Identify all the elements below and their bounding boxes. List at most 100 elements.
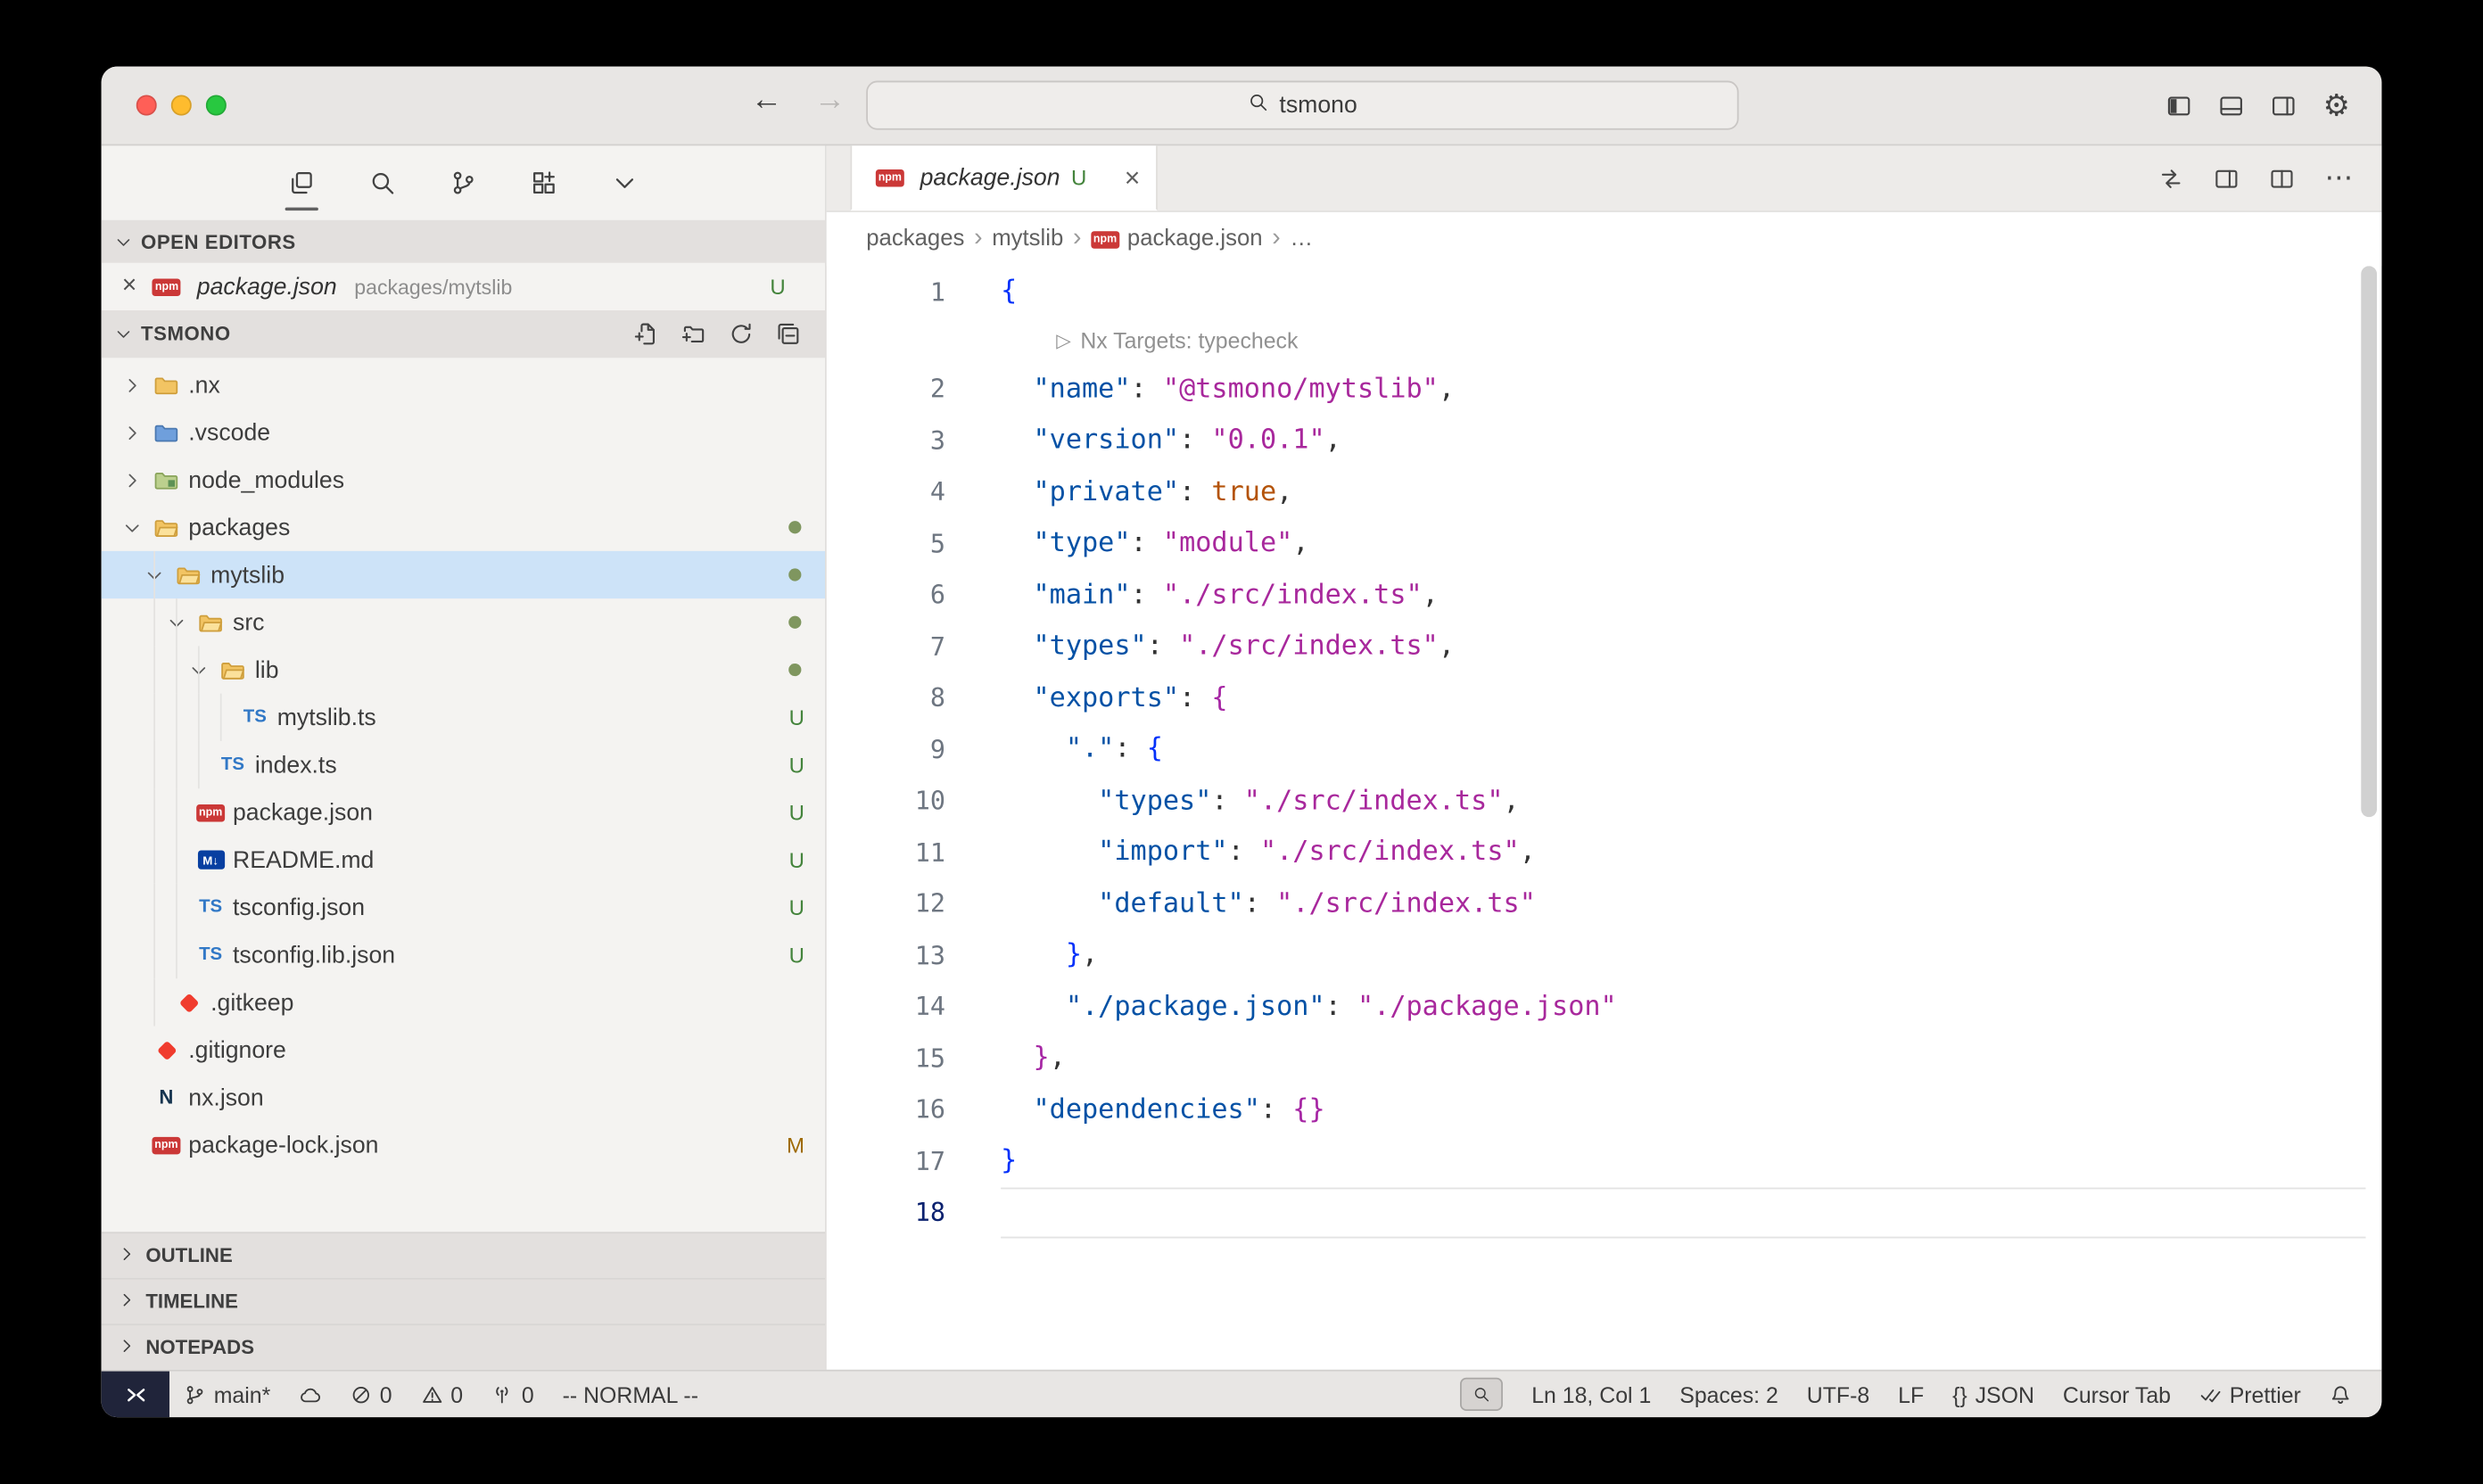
open-layout-editor-icon[interactable] (2214, 166, 2239, 191)
new-folder-icon[interactable] (681, 321, 705, 346)
section-timeline[interactable]: TIMELINE (102, 1278, 825, 1323)
code-text[interactable]: "types": "./src/index.ts", (1001, 621, 2365, 672)
status-sync-status[interactable] (285, 1372, 335, 1417)
tab-package.json[interactable]: npmpackage.jsonU× (850, 145, 1157, 210)
tab-close-icon[interactable]: × (1125, 164, 1141, 191)
tree-item-packages[interactable]: packages (102, 504, 825, 551)
code-text[interactable]: "dependencies": {} (1001, 1084, 2365, 1135)
status-git-branch[interactable]: main* (169, 1372, 285, 1417)
status-cursor-position[interactable]: Ln 18, Col 1 (1517, 1372, 1665, 1417)
chevron-right-icon[interactable] (117, 375, 147, 395)
command-center-search[interactable]: tsmono (866, 81, 1738, 130)
more-actions-icon[interactable]: ⋯ (2324, 164, 2353, 193)
tree-item-mytslib.ts[interactable]: TSmytslib.tsU (102, 694, 825, 741)
code-text[interactable] (1001, 1187, 2365, 1239)
code-text[interactable]: { (1001, 266, 2365, 317)
breadcrumb-item[interactable]: npmpackage.json (1091, 227, 1263, 251)
status-eol[interactable]: LF (1884, 1372, 1938, 1417)
status-formatter[interactable]: Prettier (2185, 1372, 2315, 1417)
code-text[interactable]: "version": "0.0.1", (1001, 415, 2365, 466)
tree-item-lib[interactable]: lib (102, 646, 825, 693)
code-text[interactable]: "types": "./src/index.ts", (1001, 775, 2365, 827)
toggle-secondary-sidebar-icon[interactable] (2271, 94, 2296, 119)
status-cursor-tab[interactable]: Cursor Tab (2049, 1372, 2185, 1417)
code-text[interactable]: ".": { (1001, 723, 2365, 775)
status-encoding[interactable]: UTF-8 (1793, 1372, 1884, 1417)
new-file-icon[interactable] (633, 321, 658, 346)
breadcrumb-item[interactable]: mytslib (992, 227, 1063, 251)
open-editors-header[interactable]: OPEN EDITORS (102, 220, 825, 263)
code-text[interactable]: "import": "./src/index.ts", (1001, 827, 2365, 878)
toggle-primary-sidebar-icon[interactable] (2166, 94, 2191, 119)
section-outline[interactable]: OUTLINE (102, 1232, 825, 1277)
status-broadcast[interactable]: 0 (477, 1372, 549, 1417)
status-language-mode[interactable]: {}JSON (1938, 1372, 2049, 1417)
status-notifications[interactable] (2315, 1372, 2366, 1417)
codelens-nx-targets[interactable]: ▷Nx Targets: typecheck (827, 317, 2382, 363)
tree-item-package.json[interactable]: npmpackage.jsonU (102, 788, 825, 836)
ts-icon: TS (192, 945, 230, 964)
code-text[interactable]: }, (1001, 929, 2365, 981)
code-text[interactable]: "name": "@tsmono/mytslib", (1001, 363, 2365, 415)
tree-item-mytslib[interactable]: mytslib (102, 551, 825, 598)
tree-item-.nx[interactable]: .nx (102, 361, 825, 408)
collapse-folders-icon[interactable] (776, 321, 801, 346)
code-text[interactable]: "./package.json": "./package.json" (1001, 981, 2365, 1033)
tree-item-readme.md[interactable]: M↓README.mdU (102, 836, 825, 883)
code-text[interactable]: "type": "module", (1001, 518, 2365, 570)
project-header[interactable]: TSMONO (102, 310, 825, 358)
close-editor-icon[interactable]: × (122, 274, 137, 299)
code-text[interactable]: }, (1001, 1033, 2365, 1084)
tree-item-tsconfig.lib.json[interactable]: TStsconfig.lib.jsonU (102, 931, 825, 978)
tree-item-package-lock.json[interactable]: npmpackage-lock.jsonM (102, 1121, 825, 1168)
close-window-button[interactable] (136, 95, 157, 116)
breadcrumb-separator: › (1073, 225, 1081, 253)
tree-item-label: mytslib (210, 561, 285, 588)
code-text[interactable]: "main": "./src/index.ts", (1001, 569, 2365, 621)
tree-item-src[interactable]: src (102, 598, 825, 646)
open-editor-item[interactable]: ×npmpackage.jsonpackages/mytslibU (102, 263, 825, 310)
tree-item-nx.json[interactable]: Nnx.json (102, 1074, 825, 1121)
tree-item-.gitignore[interactable]: .gitignore (102, 1026, 825, 1074)
split-editor-icon[interactable] (2269, 166, 2294, 191)
more-views-icon[interactable] (608, 145, 641, 219)
status-vim-mode[interactable]: -- NORMAL -- (549, 1372, 713, 1417)
tree-item-.vscode[interactable]: .vscode (102, 408, 825, 456)
code-line-7: 7 "types": "./src/index.ts", (827, 621, 2382, 672)
extensions-view-icon[interactable] (527, 145, 560, 219)
refresh-explorer-icon[interactable] (729, 321, 754, 346)
status-text: -- NORMAL -- (563, 1381, 698, 1406)
code-text[interactable]: "default": "./src/index.ts" (1001, 878, 2365, 930)
tree-item-tsconfig.json[interactable]: TStsconfig.jsonU (102, 884, 825, 931)
toggle-panel-icon[interactable] (2218, 94, 2243, 119)
status-remote-window[interactable] (102, 1372, 169, 1417)
history-nav: ← → (751, 82, 846, 119)
section-notepads[interactable]: NOTEPADS (102, 1323, 825, 1369)
open-changes-icon[interactable] (2158, 166, 2183, 191)
breadcrumb-item[interactable]: packages (866, 227, 964, 251)
status-warnings[interactable]: 0 (407, 1372, 478, 1417)
npm-icon: npm (1091, 230, 1119, 248)
scrollbar-thumb[interactable] (2361, 266, 2377, 817)
explorer-view-icon[interactable] (285, 145, 318, 219)
back-button[interactable]: ← (751, 82, 783, 119)
chevron-right-icon[interactable] (117, 469, 147, 490)
search-view-icon[interactable] (366, 145, 399, 219)
zoom-window-button[interactable] (206, 95, 227, 116)
tree-item-index.ts[interactable]: TSindex.tsU (102, 741, 825, 788)
code-text[interactable]: } (1001, 1135, 2365, 1187)
code-text[interactable]: "exports": { (1001, 672, 2365, 724)
chevron-down-icon[interactable] (117, 517, 147, 538)
breadcrumb-item[interactable]: … (1290, 227, 1313, 251)
code-text[interactable]: "private": true, (1001, 466, 2365, 518)
minimize-window-button[interactable] (171, 95, 192, 116)
chevron-right-icon[interactable] (117, 422, 147, 442)
forward-button[interactable]: → (814, 82, 846, 119)
tree-item-.gitkeep[interactable]: .gitkeep (102, 978, 825, 1026)
status-indentation[interactable]: Spaces: 2 (1665, 1372, 1793, 1417)
source-control-view-icon[interactable] (447, 145, 480, 219)
status-errors[interactable]: 0 (335, 1372, 407, 1417)
status-zoom-indicator[interactable] (1446, 1372, 1517, 1417)
settings-gear-icon[interactable]: ⚙ (2323, 91, 2350, 121)
tree-item-node-modules[interactable]: node_modules (102, 456, 825, 503)
